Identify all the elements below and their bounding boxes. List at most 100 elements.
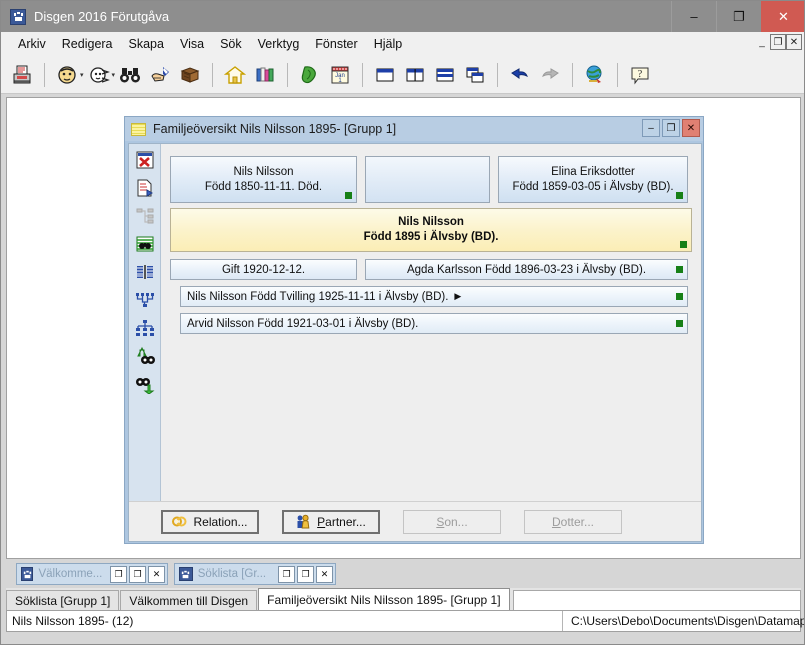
son-button-label: Son... (436, 514, 468, 529)
globe-world-icon[interactable] (582, 62, 608, 88)
side-toolbar (129, 144, 161, 541)
book-icon[interactable] (177, 62, 203, 88)
search-down-icon[interactable] (133, 372, 157, 396)
close-button[interactable]: ✕ (761, 1, 804, 32)
close-button-1[interactable]: ✕ (148, 565, 165, 583)
restore-button-1[interactable]: ❐ (110, 565, 127, 583)
maximize-button-1[interactable]: ❐ (129, 565, 146, 583)
partner-box[interactable]: Agda Karlsson Född 1896-03-23 i Älvsby (… (365, 259, 688, 280)
help-question-icon[interactable]: ? (627, 62, 653, 88)
menu-sok[interactable]: Sök (213, 34, 249, 54)
mdi-minimize-button[interactable]: _ (754, 34, 770, 50)
menu-hjalp[interactable]: Hjälp (367, 34, 410, 54)
chevron-down-icon[interactable]: ▾ (80, 71, 84, 79)
undo-arrow-icon[interactable] (507, 62, 533, 88)
hand-pointer-icon[interactable] (147, 62, 173, 88)
menu-visa[interactable]: Visa (173, 34, 211, 54)
middle-empty-box[interactable] (365, 156, 490, 203)
partner-button[interactable]: Partner... (282, 509, 380, 534)
expand-triangle-icon[interactable]: ▶ (454, 291, 461, 302)
toolbar: ▾ ▾ Jan 1 ? (1, 56, 804, 94)
focus-person-box[interactable]: Nils Nilsson Född 1895 i Älvsby (BD). (170, 208, 692, 252)
search-up-icon[interactable] (133, 344, 157, 368)
menu-verktyg[interactable]: Verktyg (251, 34, 307, 54)
maximize-button[interactable]: ❐ (716, 1, 761, 32)
menu-redigera[interactable]: Redigera (55, 34, 120, 54)
calendar-jan1-icon[interactable]: Jan 1 (327, 62, 353, 88)
person-man-icon[interactable] (54, 62, 80, 88)
focus-person-name: Nils Nilsson (398, 216, 464, 228)
focus-person-row: Nils Nilsson Född 1895 i Älvsby (BD). (170, 208, 692, 252)
minimized-window-soklista[interactable]: Söklista [Gr... ❐ ❐ ✕ (174, 563, 336, 585)
child-minimize-button[interactable]: – (642, 119, 660, 137)
window-cascade-icon[interactable] (462, 62, 488, 88)
redo-arrow-icon[interactable] (537, 62, 563, 88)
child-window-body: Nils Nilsson Född 1850-11-11. Död. Elina… (128, 143, 702, 542)
tree-structure-grey-icon[interactable] (133, 204, 157, 228)
window-tab-bar: Söklista [Grupp 1] Välkommen till Disgen… (6, 588, 801, 610)
close-red-x-icon[interactable] (133, 148, 157, 172)
father-details: Född 1850-11-11. Död. (204, 180, 323, 193)
maximize-button-2[interactable]: ❐ (297, 565, 314, 583)
map-globe-green-icon[interactable] (297, 62, 323, 88)
minimized-window-buttons-2: ❐ ❐ ✕ (278, 565, 333, 583)
minimized-windows-area: Välkomme... ❐ ❐ ✕ Söklista [Gr... ❐ ❐ ✕ (6, 561, 801, 587)
org-chart-icon[interactable] (133, 316, 157, 340)
son-button[interactable]: Son... (403, 509, 501, 534)
chevron-down-icon-2[interactable]: ▾ (112, 71, 116, 79)
toolbar-separator-4 (362, 62, 364, 87)
tab-valkommen[interactable]: Välkommen till Disgen (120, 590, 258, 610)
status-bar: Nils Nilsson 1895- (12) C:\Users\Debo\Do… (6, 610, 804, 632)
status-marker-green-2 (676, 192, 683, 199)
tab-soklista[interactable]: Söklista [Grupp 1] (6, 590, 120, 610)
window-horizontal-split-icon[interactable] (432, 62, 458, 88)
menu-arkiv[interactable]: Arkiv (11, 34, 53, 54)
status-marker-green-3 (680, 241, 687, 248)
binoculars-search-icon[interactable] (117, 62, 143, 88)
minimized-window-label-2: Söklista [Gr... (197, 568, 267, 580)
marriage-label: Gift 1920-12-12. (221, 263, 306, 276)
window-vertical-split-icon[interactable] (402, 62, 428, 88)
status-marker-green-4 (676, 266, 683, 273)
child-window-controls: – ❐ ✕ (642, 119, 700, 137)
document-edit-icon[interactable] (133, 176, 157, 200)
table-search-icon[interactable] (133, 232, 157, 256)
minimize-button[interactable]: – (671, 1, 716, 32)
person-woman-icon[interactable] (86, 62, 112, 88)
mdi-close-button[interactable]: ✕ (786, 34, 802, 50)
father-box[interactable]: Nils Nilsson Född 1850-11-11. Död. (170, 156, 357, 203)
descendant-chart-icon[interactable] (133, 288, 157, 312)
focus-person-details: Född 1895 i Älvsby (BD). (363, 231, 499, 243)
toolbar-separator-6 (572, 62, 574, 87)
child-close-button[interactable]: ✕ (682, 119, 700, 137)
father-name: Nils Nilsson (233, 165, 294, 178)
window-single-icon[interactable] (372, 62, 398, 88)
print-icon[interactable] (9, 62, 35, 88)
minimized-window-valkommen[interactable]: Välkomme... ❐ ❐ ✕ (16, 563, 168, 585)
relation-button[interactable]: Relation... (161, 509, 259, 534)
restore-button-2[interactable]: ❐ (278, 565, 295, 583)
dotter-button[interactable]: Dotter... (524, 509, 622, 534)
mdi-restore-button[interactable]: ❐ (770, 34, 786, 50)
marriage-box[interactable]: Gift 1920-12-12. (170, 259, 357, 280)
home-icon[interactable] (222, 62, 248, 88)
child-box-1[interactable]: Nils Nilsson Född Tvilling 1925-11-11 i … (180, 286, 688, 307)
close-button-2[interactable]: ✕ (316, 565, 333, 583)
menu-fonster[interactable]: Fönster (308, 34, 364, 54)
tab-familjeoversikt[interactable]: Familjeöversikt Nils Nilsson 1895- [Grup… (258, 588, 510, 610)
menu-skapa[interactable]: Skapa (122, 34, 171, 54)
disgen-logo-icon-min2 (179, 567, 193, 581)
family-chart-pane: Nils Nilsson Född 1850-11-11. Död. Elina… (161, 144, 701, 541)
minimized-window-buttons-1: ❐ ❐ ✕ (110, 565, 165, 583)
books-shelf-icon[interactable] (252, 62, 278, 88)
columns-compare-icon[interactable] (133, 260, 157, 284)
child-row-2: Arvid Nilsson Född 1921-03-01 i Älvsby (… (170, 313, 692, 334)
status-marker-green (345, 192, 352, 199)
mother-box[interactable]: Elina Eriksdotter Född 1859-03-05 i Älvs… (498, 156, 688, 203)
toolbar-separator-3 (287, 62, 289, 87)
child-maximize-button[interactable]: ❐ (662, 119, 680, 137)
minimized-window-label-1: Välkomme... (38, 568, 103, 580)
child-box-2[interactable]: Arvid Nilsson Född 1921-03-01 i Älvsby (… (180, 313, 688, 334)
